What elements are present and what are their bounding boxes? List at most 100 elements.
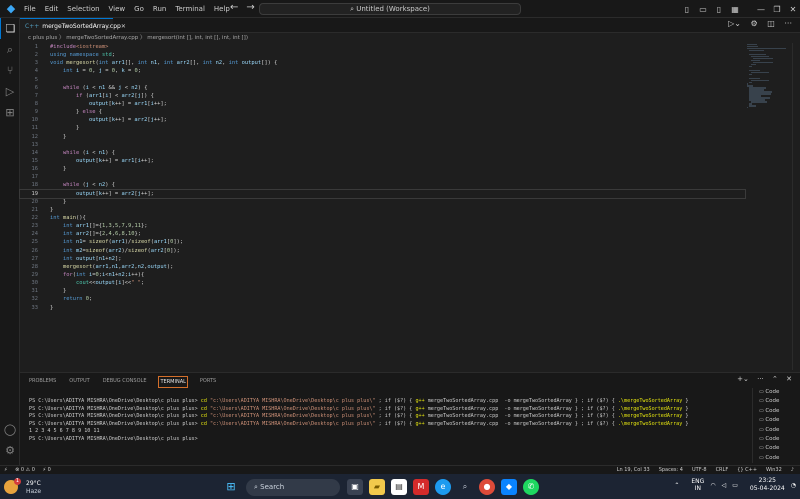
- code-line[interactable]: 2 using namespace std;: [20, 51, 745, 59]
- split-editor-icon[interactable]: ◫: [767, 19, 775, 28]
- search-icon[interactable]: ⌕: [0, 39, 20, 60]
- code-line[interactable]: 4 int i = 0, j = 0, k = 0;: [20, 67, 745, 75]
- whatsapp-icon[interactable]: ✆: [523, 479, 539, 495]
- toggle-secondary-sidebar-icon[interactable]: ▯: [712, 5, 726, 14]
- battery-icon[interactable]: ▭: [732, 482, 738, 489]
- menu-item-selection[interactable]: Selection: [67, 5, 99, 13]
- extensions-icon[interactable]: ⊞: [0, 102, 20, 123]
- code-line[interactable]: 21}: [20, 206, 745, 214]
- source-control-icon[interactable]: ⑂: [0, 60, 20, 81]
- terminal-instance[interactable]: Code: [753, 435, 800, 444]
- code-line[interactable]: 13: [20, 141, 745, 149]
- editor-scrollbar[interactable]: [792, 43, 800, 370]
- maximize-panel-icon[interactable]: ⌃: [772, 375, 778, 383]
- command-center[interactable]: ⌕ Untitled (Workspace): [259, 3, 521, 15]
- code-line[interactable]: 19 output[k++] = arr2[j++];: [19, 188, 746, 199]
- explorer-icon[interactable]: ❏: [0, 18, 20, 39]
- status-item[interactable]: CRLF: [716, 467, 729, 473]
- minimize-icon[interactable]: —: [754, 5, 768, 14]
- vscode-taskbar-icon[interactable]: ◆: [501, 479, 517, 495]
- code-line[interactable]: 12 }: [20, 133, 745, 141]
- code-line[interactable]: 26 int m2=sizeof(arr2)/sizeof(arr2[0]);: [20, 247, 745, 255]
- close-tab-icon[interactable]: ✕: [121, 23, 126, 30]
- clock[interactable]: 23:25 05-04-2024: [744, 477, 785, 493]
- run-debug-icon[interactable]: ▷: [0, 81, 20, 102]
- terminal-instance[interactable]: Code: [753, 416, 800, 425]
- windows-start-icon[interactable]: ⊞: [223, 479, 239, 495]
- task-view-icon[interactable]: ▣: [347, 479, 363, 495]
- status-item[interactable]: UTF-8: [692, 467, 707, 473]
- menu-item-view[interactable]: View: [109, 5, 126, 13]
- more-actions-icon[interactable]: ···: [784, 19, 792, 28]
- code-line[interactable]: 30 cout<<output[i]<<" ";: [20, 279, 745, 287]
- new-terminal-icon[interactable]: +⌄: [737, 375, 749, 383]
- code-line[interactable]: 11 }: [20, 124, 745, 132]
- terminal-output[interactable]: PS C:\Users\ADITYA MISHRA\OneDrive\Deskt…: [29, 398, 749, 444]
- mcafee-icon[interactable]: M: [413, 479, 429, 495]
- remote-indicator-icon[interactable]: ⚡: [4, 467, 8, 473]
- code-line[interactable]: 33}: [20, 304, 745, 312]
- terminal-instance[interactable]: Code: [753, 444, 800, 453]
- search-app-icon[interactable]: ⌕: [457, 479, 473, 495]
- code-line[interactable]: 17: [20, 173, 745, 181]
- toggle-primary-sidebar-icon[interactable]: ▯: [680, 5, 694, 14]
- status-item[interactable]: {} C++: [737, 467, 757, 473]
- code-line[interactable]: 6 while (i < n1 && j < n2) {: [20, 84, 745, 92]
- terminal-instance[interactable]: Code: [753, 454, 800, 463]
- menu-item-edit[interactable]: Edit: [45, 5, 59, 13]
- close-panel-icon[interactable]: ✕: [786, 375, 792, 383]
- weather-widget[interactable]: 1 29°C Haze: [2, 477, 62, 497]
- problems-count[interactable]: ⊗ 0 ⚠ 0: [15, 467, 35, 473]
- code-line[interactable]: 22 int main(){: [20, 214, 745, 222]
- tab-problems[interactable]: PROBLEMS: [28, 376, 57, 388]
- input-language[interactable]: ENG IN: [685, 478, 704, 492]
- more-actions-icon[interactable]: ···: [757, 375, 764, 383]
- terminal-instance[interactable]: Code: [753, 388, 800, 397]
- terminal-instance[interactable]: Code: [753, 426, 800, 435]
- bell-icon[interactable]: ♪: [791, 467, 794, 473]
- breadcrumb[interactable]: c plus plus 〉 mergeTwoSortedArray.cpp 〉 …: [20, 33, 248, 43]
- notifications-icon[interactable]: ◔: [791, 482, 796, 489]
- tab-terminal[interactable]: TERMINAL: [158, 376, 188, 388]
- tab-output[interactable]: OUTPUT: [68, 376, 90, 388]
- tab-merge-two-sorted-array[interactable]: C++ mergeTwoSortedArray.cpp ✕: [20, 18, 126, 33]
- close-window-icon[interactable]: ✕: [786, 5, 800, 14]
- code-line[interactable]: 7 if (arr1[i] < arr2[j]) {: [20, 92, 745, 100]
- file-explorer-icon[interactable]: ▰: [369, 479, 385, 495]
- code-line[interactable]: 25 int n1= sizeof(arr1)/sizeof(arr1[0]);: [20, 238, 745, 246]
- ports-count[interactable]: ⚡ 0: [43, 467, 51, 473]
- volume-icon[interactable]: ◁: [722, 482, 727, 489]
- code-line[interactable]: 16 }: [20, 165, 745, 173]
- menu-item-terminal[interactable]: Terminal: [175, 5, 205, 13]
- terminal-instance[interactable]: Code: [753, 407, 800, 416]
- status-item[interactable]: Spaces: 4: [659, 467, 683, 473]
- account-icon[interactable]: ◯: [0, 419, 20, 440]
- settings-icon[interactable]: ⚙: [751, 19, 758, 28]
- wifi-icon[interactable]: ◠: [710, 482, 715, 489]
- code-line[interactable]: 5: [20, 76, 745, 84]
- code-line[interactable]: 3 void mergesort(int arr1[], int n1, int …: [20, 59, 745, 67]
- code-line[interactable]: 27 int output[n1+n2];: [20, 255, 745, 263]
- store-icon[interactable]: ▤: [391, 479, 407, 495]
- code-line[interactable]: 20 }: [20, 198, 745, 206]
- tray-overflow-icon[interactable]: ⌃: [674, 482, 679, 489]
- tab-ports[interactable]: PORTS: [199, 376, 217, 388]
- menu-item-run[interactable]: Run: [153, 5, 166, 13]
- code-line[interactable]: 24 int arr2[]={2,4,6,8,10};: [20, 230, 745, 238]
- taskbar-search[interactable]: ⌕ Search: [246, 478, 340, 496]
- code-line[interactable]: 15 output[k++] = arr1[i++];: [20, 157, 745, 165]
- code-line[interactable]: 29 for(int i=0;i<n1+n2;i++){: [20, 271, 745, 279]
- code-line[interactable]: 31 }: [20, 287, 745, 295]
- chrome-icon[interactable]: ●: [479, 479, 495, 495]
- code-line[interactable]: 8 output[k++] = arr1[i++];: [20, 100, 745, 108]
- menu-item-file[interactable]: File: [24, 5, 36, 13]
- restore-icon[interactable]: ❐: [770, 5, 784, 14]
- code-line[interactable]: 18 while (j < n2) {: [20, 181, 745, 189]
- code-line[interactable]: 10 output[k++] = arr2[j++];: [20, 116, 745, 124]
- status-item[interactable]: Win32: [766, 467, 782, 473]
- toggle-panel-icon[interactable]: ▭: [696, 5, 710, 14]
- back-arrow-icon[interactable]: ←: [230, 2, 238, 13]
- settings-gear-icon[interactable]: ⚙: [0, 440, 20, 461]
- customize-layout-icon[interactable]: ▦: [728, 5, 742, 14]
- code-line[interactable]: 14 while (i < n1) {: [20, 149, 745, 157]
